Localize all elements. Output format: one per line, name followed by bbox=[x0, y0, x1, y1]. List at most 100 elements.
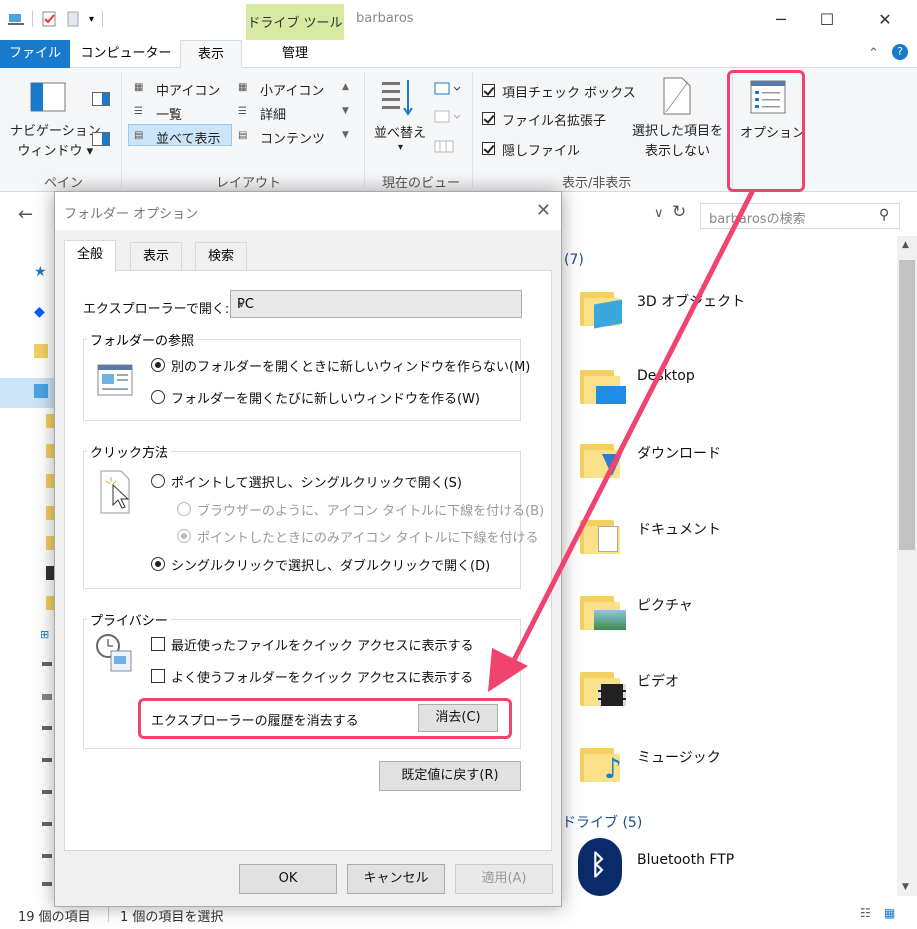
folder-videos-icon[interactable] bbox=[580, 668, 626, 708]
nav-video-icon[interactable] bbox=[46, 566, 54, 580]
size-columns-icon[interactable] bbox=[434, 140, 454, 154]
dialog-tab-search[interactable]: 検索 bbox=[195, 242, 248, 270]
maximize-button[interactable]: ☐ bbox=[804, 0, 850, 38]
folder-label[interactable]: ミュージック bbox=[637, 747, 721, 767]
recent-files-checkbox[interactable] bbox=[151, 637, 165, 651]
dropbox-icon[interactable]: ◆ bbox=[34, 304, 48, 320]
drive-icon[interactable] bbox=[42, 662, 52, 666]
nav-folder-icon[interactable] bbox=[46, 444, 54, 458]
back-arrow-icon[interactable]: ← bbox=[18, 204, 33, 225]
quick-access-star-icon[interactable]: ★ bbox=[34, 264, 48, 280]
navigation-pane-button[interactable]: ナビゲーション ウィンドウ ▾ bbox=[10, 122, 101, 162]
hidden-files-toggle[interactable] bbox=[482, 142, 495, 155]
dialog-tab-general[interactable]: 全般 bbox=[64, 240, 117, 272]
hide-selected-button[interactable]: 選択した項目を 表示しない bbox=[632, 122, 723, 162]
layout-tiles[interactable]: 並べて表示 bbox=[156, 128, 220, 147]
tab-manage[interactable]: 管理 bbox=[246, 40, 344, 68]
underline-always-radio[interactable] bbox=[177, 502, 191, 516]
tab-view[interactable]: 表示 bbox=[180, 40, 242, 68]
bluetooth-icon[interactable]: ᛒ bbox=[578, 838, 622, 896]
item-checkbox-toggle[interactable] bbox=[482, 84, 495, 97]
drive-icon[interactable] bbox=[42, 822, 52, 826]
this-pc-icon[interactable] bbox=[34, 384, 48, 398]
address-dropdown-icon[interactable]: ∨ bbox=[654, 206, 664, 221]
scroll-down-icon[interactable]: ▼ bbox=[902, 882, 909, 892]
drive-icon[interactable] bbox=[42, 694, 52, 700]
open-in-select[interactable]: PC ∨ bbox=[230, 290, 522, 318]
folder-label[interactable]: ピクチャ bbox=[637, 595, 693, 615]
folder-music-icon[interactable]: ♪ bbox=[580, 744, 624, 785]
scrollbar-thumb[interactable] bbox=[899, 260, 915, 550]
hide-selected-icon[interactable] bbox=[662, 76, 692, 116]
large-icons-view-icon[interactable]: ▦ bbox=[884, 906, 895, 920]
help-icon[interactable]: ? bbox=[892, 44, 908, 60]
folder-label[interactable]: Desktop bbox=[637, 368, 695, 384]
layout-expand-icon[interactable]: ▼ bbox=[342, 130, 349, 140]
nav-folder-icon[interactable] bbox=[46, 474, 54, 488]
nav-folder-icon[interactable] bbox=[46, 414, 54, 428]
file-extension-toggle[interactable] bbox=[482, 112, 495, 125]
drive-icon[interactable] bbox=[42, 790, 52, 794]
drive-icon[interactable] bbox=[42, 882, 52, 886]
sort-by-button[interactable]: 並べ替え bbox=[374, 122, 426, 141]
folders-section-count[interactable]: (7) bbox=[564, 252, 584, 268]
search-input[interactable]: barbarosの検索 ⚲ bbox=[700, 203, 900, 229]
computer-icon[interactable] bbox=[8, 11, 24, 27]
group-by-icon[interactable] bbox=[434, 82, 462, 96]
scroll-up-icon[interactable]: ▲ bbox=[902, 240, 909, 250]
folder-desktop-icon[interactable] bbox=[580, 366, 626, 406]
bluetooth-ftp-label[interactable]: Bluetooth FTP bbox=[637, 852, 734, 868]
nav-folder-icon[interactable] bbox=[46, 506, 54, 520]
tab-file[interactable]: ファイル bbox=[0, 40, 70, 68]
tab-computer[interactable]: コンピューター bbox=[78, 40, 174, 68]
drive-icon[interactable] bbox=[42, 726, 52, 730]
double-click-radio[interactable] bbox=[151, 557, 165, 571]
single-click-radio[interactable] bbox=[151, 474, 165, 488]
frequent-folders-checkbox[interactable] bbox=[151, 669, 165, 683]
layout-medium-icons[interactable]: 中アイコン bbox=[156, 80, 220, 99]
restore-defaults-button[interactable]: 既定値に戻す(R) bbox=[379, 761, 521, 791]
folder-label[interactable]: ダウンロード bbox=[637, 443, 721, 463]
cancel-button[interactable]: キャンセル bbox=[347, 864, 445, 894]
folder-documents-icon[interactable] bbox=[580, 516, 624, 556]
properties-icon[interactable] bbox=[41, 11, 57, 27]
new-folder-icon[interactable] bbox=[65, 11, 81, 27]
drives-section-header[interactable]: ドライブ (5) bbox=[562, 812, 642, 832]
collapse-ribbon-icon[interactable]: ⌃ bbox=[868, 46, 879, 61]
qat-dropdown-icon[interactable]: ▾ bbox=[89, 14, 94, 25]
folder-pictures-icon[interactable] bbox=[580, 592, 626, 632]
layout-list[interactable]: 一覧 bbox=[156, 104, 182, 123]
details-pane-icon[interactable] bbox=[92, 132, 110, 146]
apply-button[interactable]: 適用(A) bbox=[455, 864, 553, 894]
dialog-tab-view[interactable]: 表示 bbox=[130, 242, 183, 270]
drive-icon[interactable] bbox=[42, 854, 52, 858]
underline-hover-radio[interactable] bbox=[177, 529, 191, 543]
windows-drive-icon[interactable]: ⊞ bbox=[40, 628, 54, 642]
folder-icon[interactable] bbox=[34, 344, 48, 358]
nav-folder-icon[interactable] bbox=[46, 536, 54, 550]
ok-button[interactable]: OK bbox=[239, 864, 337, 894]
layout-content[interactable]: コンテンツ bbox=[260, 128, 325, 147]
folder-3d-objects-icon[interactable] bbox=[580, 288, 624, 329]
minimize-button[interactable]: ─ bbox=[758, 0, 804, 38]
browse-same-window-radio[interactable] bbox=[151, 358, 165, 372]
layout-scroll-down-icon[interactable]: ▼ bbox=[342, 106, 349, 116]
folder-label[interactable]: ドキュメント bbox=[637, 519, 721, 539]
add-columns-icon[interactable] bbox=[434, 110, 462, 124]
close-button[interactable]: ✕ bbox=[862, 0, 908, 38]
dialog-close-icon[interactable]: ✕ bbox=[536, 200, 551, 221]
drive-icon[interactable] bbox=[42, 758, 52, 762]
folder-label[interactable]: ビデオ bbox=[637, 671, 679, 691]
refresh-icon[interactable]: ↻ bbox=[672, 202, 686, 222]
browse-new-window-radio[interactable] bbox=[151, 390, 165, 404]
navigation-pane-icon[interactable] bbox=[30, 82, 66, 112]
folder-label[interactable]: 3D オブジェクト bbox=[637, 291, 745, 311]
sort-by-icon[interactable] bbox=[380, 78, 416, 118]
nav-folder-icon[interactable] bbox=[46, 596, 54, 610]
details-view-icon[interactable]: ☷ bbox=[860, 906, 871, 920]
preview-pane-icon[interactable] bbox=[92, 92, 110, 106]
layout-scroll-up-icon[interactable]: ▲ bbox=[342, 82, 349, 92]
folder-downloads-icon[interactable] bbox=[580, 440, 624, 480]
layout-details[interactable]: 詳細 bbox=[260, 104, 286, 123]
layout-small-icons[interactable]: 小アイコン bbox=[260, 80, 324, 99]
